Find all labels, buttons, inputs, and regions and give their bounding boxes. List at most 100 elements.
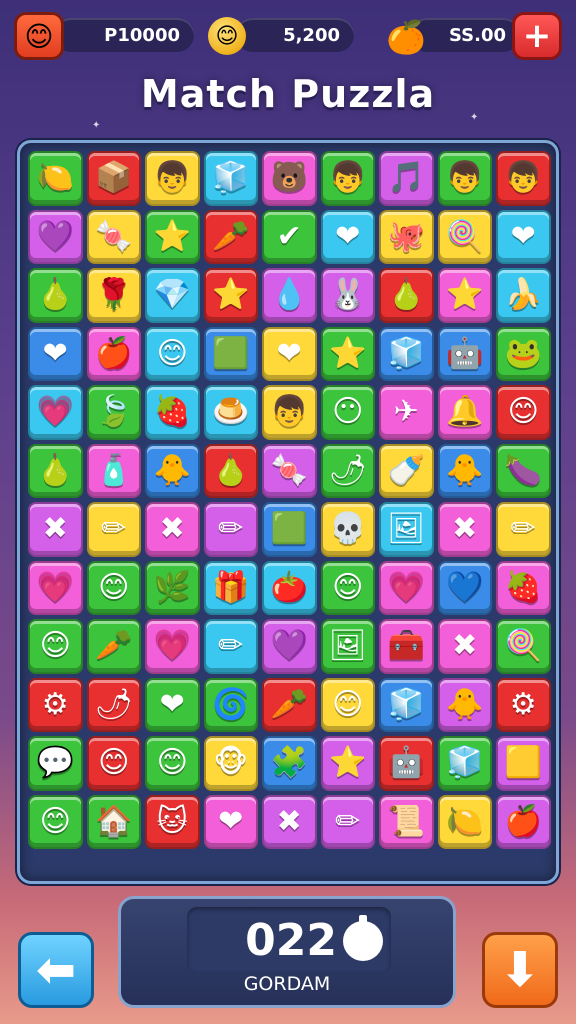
board-tile[interactable]: 🧊 — [379, 677, 434, 732]
board-tile[interactable]: 🐵 — [203, 736, 258, 791]
board-tile[interactable]: 🥕 — [203, 209, 258, 264]
board-tile[interactable]: ⭐ — [203, 268, 258, 323]
board-tile[interactable]: 💗 — [28, 560, 83, 615]
board-tile[interactable]: 🍬 — [262, 443, 317, 498]
board-tile[interactable]: 🍐 — [203, 443, 258, 498]
board-tile[interactable]: ⭐ — [320, 326, 375, 381]
board-tile[interactable]: 🍆 — [496, 443, 551, 498]
board-tile[interactable]: 🍓 — [496, 560, 551, 615]
board-tile[interactable]: 🍬 — [86, 209, 141, 264]
board-tile[interactable]: 😊 — [496, 385, 551, 440]
board-tile[interactable]: 🖼 — [320, 619, 375, 674]
board-tile[interactable]: ✏ — [320, 794, 375, 849]
board-tile[interactable]: 💎 — [145, 268, 200, 323]
profile-button[interactable]: 😊 — [14, 12, 64, 60]
board-tile[interactable]: 🍋 — [28, 151, 83, 206]
board-tile[interactable]: 👦 — [262, 385, 317, 440]
board-tile[interactable]: ✖ — [28, 502, 83, 557]
board-tile[interactable]: ⚙ — [28, 677, 83, 732]
board-tile[interactable]: ✏ — [86, 502, 141, 557]
board-tile[interactable]: ⭐ — [437, 268, 492, 323]
board-tile[interactable]: ✏ — [496, 502, 551, 557]
board-tile[interactable]: 🍭 — [496, 619, 551, 674]
board-tile[interactable]: 👦 — [496, 151, 551, 206]
board-tile[interactable]: ⭐ — [145, 209, 200, 264]
board-tile[interactable]: ❤ — [320, 209, 375, 264]
board-tile[interactable]: 😊 — [320, 677, 375, 732]
board-tile[interactable]: 🍌 — [496, 268, 551, 323]
board-tile[interactable]: 🟩 — [262, 502, 317, 557]
board-tile[interactable]: 💗 — [28, 385, 83, 440]
board-tile[interactable]: ✖ — [437, 619, 492, 674]
board-tile[interactable]: 🔔 — [437, 385, 492, 440]
board-tile[interactable]: ❤ — [203, 794, 258, 849]
board-tile[interactable]: 🍎 — [496, 794, 551, 849]
board-tile[interactable]: 👦 — [437, 151, 492, 206]
board-tile[interactable]: 💀 — [320, 502, 375, 557]
board-tile[interactable]: 💧 — [262, 268, 317, 323]
board-tile[interactable]: 🥕 — [86, 619, 141, 674]
board-tile[interactable]: 🎁 — [203, 560, 258, 615]
board-tile[interactable]: 🐙 — [379, 209, 434, 264]
board-tile[interactable]: 🍎 — [86, 326, 141, 381]
board-tile[interactable]: 🧊 — [437, 736, 492, 791]
board-tile[interactable]: 🟩 — [203, 326, 258, 381]
add-currency-button[interactable]: + — [512, 12, 562, 60]
board-tile[interactable]: 🟨 — [496, 736, 551, 791]
board-tile[interactable]: 😊 — [145, 326, 200, 381]
board-tile[interactable]: 🐱 — [145, 794, 200, 849]
board-tile[interactable]: 🐥 — [145, 443, 200, 498]
board-tile[interactable]: 📦 — [86, 151, 141, 206]
board-tile[interactable]: 🖼 — [379, 502, 434, 557]
board-tile[interactable]: 🍐 — [379, 268, 434, 323]
board-tile[interactable]: 🍼 — [379, 443, 434, 498]
board-tile[interactable]: 🍭 — [437, 209, 492, 264]
board-tile[interactable]: 🧰 — [379, 619, 434, 674]
board-tile[interactable]: 🎵 — [379, 151, 434, 206]
board-tile[interactable]: ❤ — [28, 326, 83, 381]
board-tile[interactable]: 😊 — [320, 560, 375, 615]
board-tile[interactable]: 🌀 — [203, 677, 258, 732]
board-tile[interactable]: 💗 — [379, 560, 434, 615]
board-tile[interactable]: 🐥 — [437, 443, 492, 498]
down-button[interactable]: ⬇ — [482, 932, 558, 1008]
board-tile[interactable]: 🥕 — [262, 677, 317, 732]
board-tile[interactable]: ⚙ — [496, 677, 551, 732]
board-tile[interactable]: 🍮 — [203, 385, 258, 440]
board-tile[interactable]: 💗 — [145, 619, 200, 674]
board-tile[interactable]: 🍓 — [145, 385, 200, 440]
board-tile[interactable]: 🐥 — [437, 677, 492, 732]
board-tile[interactable]: 👦 — [145, 151, 200, 206]
board-tile[interactable]: 😊 — [86, 560, 141, 615]
board-tile[interactable]: 😶 — [320, 385, 375, 440]
board-tile[interactable]: ❤ — [262, 326, 317, 381]
board-tile[interactable]: 👦 — [320, 151, 375, 206]
board-tile[interactable]: 🌿 — [145, 560, 200, 615]
board-tile[interactable]: ❤ — [145, 677, 200, 732]
board-tile[interactable]: 🏠 — [86, 794, 141, 849]
board-tile[interactable]: 🧩 — [262, 736, 317, 791]
board-tile[interactable]: ✏ — [203, 619, 258, 674]
board-tile[interactable]: 📜 — [379, 794, 434, 849]
board-tile[interactable]: 🌶 — [320, 443, 375, 498]
board-tile[interactable]: 🧊 — [203, 151, 258, 206]
board-tile[interactable]: 😊 — [86, 736, 141, 791]
board-tile[interactable]: ⭐ — [320, 736, 375, 791]
board-tile[interactable]: 🐻 — [262, 151, 317, 206]
board-tile[interactable]: 😊 — [145, 736, 200, 791]
board-tile[interactable]: 💜 — [28, 209, 83, 264]
board-tile[interactable]: 🐸 — [496, 326, 551, 381]
board-tile[interactable]: ✔ — [262, 209, 317, 264]
board-tile[interactable]: 🌹 — [86, 268, 141, 323]
board-tile[interactable]: ✖ — [437, 502, 492, 557]
board-tile[interactable]: 💜 — [262, 619, 317, 674]
board-tile[interactable]: ✈ — [379, 385, 434, 440]
board-tile[interactable]: 🍃 — [86, 385, 141, 440]
board-tile[interactable]: 😊 — [28, 794, 83, 849]
board-tile[interactable]: 😊 — [28, 619, 83, 674]
board-tile[interactable]: 🤖 — [437, 326, 492, 381]
board-tile[interactable]: 🧴 — [86, 443, 141, 498]
board-tile[interactable]: 🌶 — [86, 677, 141, 732]
board-tile[interactable]: 💬 — [28, 736, 83, 791]
board-tile[interactable]: 🧊 — [379, 326, 434, 381]
